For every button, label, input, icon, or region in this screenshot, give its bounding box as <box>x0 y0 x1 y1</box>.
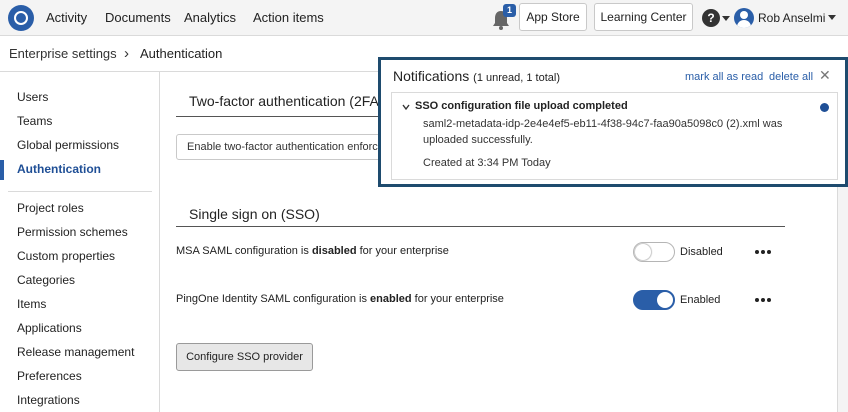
notifications-title: Notifications (1 unread, 1 total) <box>393 68 560 84</box>
msa-saml-toggle-label: Disabled <box>680 246 723 258</box>
notification-title: SSO configuration file upload completed <box>415 100 628 112</box>
pingone-saml-state-word: enabled <box>370 293 412 305</box>
notification-item[interactable]: SSO configuration file upload completed … <box>391 92 838 180</box>
app-logo-icon[interactable] <box>8 5 34 31</box>
sidebar-divider <box>8 191 152 192</box>
notification-timestamp: Created at 3:34 PM Today <box>423 157 551 169</box>
sidebar-item-custom-properties[interactable]: Custom properties <box>17 247 115 265</box>
sidebar-item-release-management[interactable]: Release management <box>17 343 134 361</box>
nav-documents[interactable]: Documents <box>105 0 171 36</box>
pingone-saml-status-text: PingOne Identity SAML configuration is e… <box>176 293 504 305</box>
msa-saml-toggle[interactable] <box>633 242 675 262</box>
breadcrumb-separator-icon: › <box>124 45 129 62</box>
notification-body: saml2-metadata-idp-2e4e4ef5-eb11-4f38-94… <box>423 118 783 146</box>
settings-sidebar: Users Teams Global permissions Authentic… <box>0 72 160 412</box>
user-menu-chevron-down-icon[interactable] <box>828 15 836 20</box>
nav-activity[interactable]: Activity <box>46 0 87 36</box>
help-icon[interactable]: ? <box>702 9 720 27</box>
unread-indicator-icon[interactable] <box>820 103 829 112</box>
breadcrumb-enterprise-settings[interactable]: Enterprise settings <box>9 36 117 72</box>
app-store-button[interactable]: App Store <box>519 3 587 31</box>
sidebar-item-global-permissions[interactable]: Global permissions <box>17 136 119 154</box>
sidebar-item-authentication[interactable]: Authentication <box>17 160 101 178</box>
notification-count-badge: 1 <box>503 4 516 17</box>
avatar-icon[interactable] <box>734 8 754 28</box>
top-navigation-bar: Activity Documents Analytics Action item… <box>0 0 848 36</box>
user-name[interactable]: Rob Anselmi <box>758 0 825 36</box>
sidebar-item-integrations[interactable]: Integrations <box>17 391 80 409</box>
configure-sso-provider-button[interactable]: Configure SSO provider <box>176 343 313 371</box>
sidebar-active-indicator <box>0 160 4 180</box>
notifications-panel: Notifications (1 unread, 1 total) mark a… <box>378 57 848 187</box>
sidebar-item-permission-schemes[interactable]: Permission schemes <box>17 223 128 241</box>
sidebar-item-items[interactable]: Items <box>17 295 46 313</box>
close-icon[interactable]: ✕ <box>819 67 831 84</box>
notifications-summary: (1 unread, 1 total) <box>473 72 560 84</box>
msa-saml-more-options-icon[interactable] <box>755 247 773 257</box>
pingone-saml-more-options-icon[interactable] <box>755 295 773 305</box>
mark-all-read-link[interactable]: mark all as read <box>685 71 763 83</box>
sidebar-item-teams[interactable]: Teams <box>17 112 52 130</box>
sidebar-item-project-roles[interactable]: Project roles <box>17 199 84 217</box>
two-factor-section-rule <box>176 116 386 117</box>
nav-action-items[interactable]: Action items <box>253 0 324 36</box>
pingone-saml-toggle[interactable] <box>633 290 675 310</box>
sidebar-item-preferences[interactable]: Preferences <box>17 367 82 385</box>
help-chevron-down-icon[interactable] <box>722 16 730 21</box>
sso-section-rule <box>176 226 785 227</box>
breadcrumb-current-page: Authentication <box>140 46 223 61</box>
sidebar-item-applications[interactable]: Applications <box>17 319 82 337</box>
sidebar-item-categories[interactable]: Categories <box>17 271 75 289</box>
msa-saml-status-text: MSA SAML configuration is disabled for y… <box>176 245 449 257</box>
delete-all-link[interactable]: delete all <box>769 71 813 83</box>
nav-analytics[interactable]: Analytics <box>184 0 236 36</box>
pingone-saml-toggle-label: Enabled <box>680 294 721 306</box>
sidebar-item-users[interactable]: Users <box>17 88 48 106</box>
sso-section-title: Single sign on (SSO) <box>189 206 320 222</box>
learning-center-button[interactable]: Learning Center <box>594 3 693 31</box>
chevron-down-icon[interactable] <box>402 103 410 111</box>
msa-saml-state-word: disabled <box>311 245 357 257</box>
bell-icon[interactable]: 1 <box>491 4 517 32</box>
two-factor-section-title: Two-factor authentication (2FA) <box>189 93 384 109</box>
